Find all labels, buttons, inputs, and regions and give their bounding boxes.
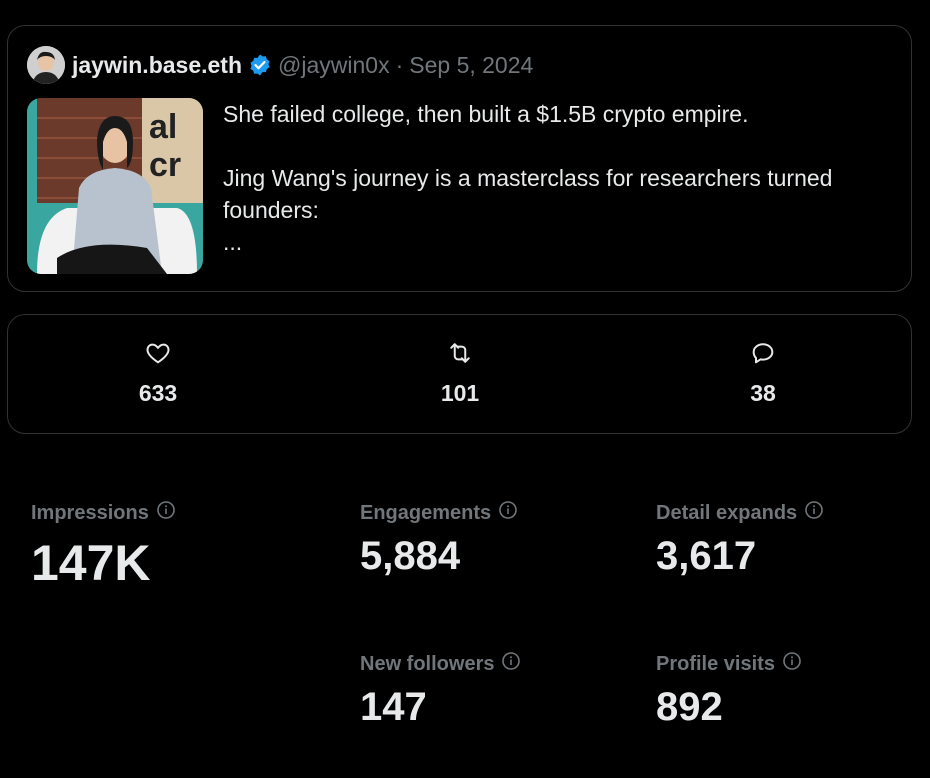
header-separator: · bbox=[395, 51, 404, 78]
post-text-line: Jing Wang's journey is a masterclass for… bbox=[223, 165, 833, 223]
info-icon[interactable] bbox=[498, 500, 518, 526]
metric-new-followers: New followers 147 bbox=[360, 651, 521, 730]
heart-icon bbox=[144, 339, 172, 372]
metric-value: 892 bbox=[656, 685, 723, 729]
reposts-count: 101 bbox=[440, 380, 480, 406]
replies-stat[interactable]: 38 bbox=[703, 339, 823, 407]
post-text-line: She failed college, then built a $1.5B c… bbox=[223, 101, 749, 127]
metric-value: 3,617 bbox=[656, 534, 757, 578]
post-card[interactable]: jaywin.base.eth @jaywin0x · Sep 5, 2024 … bbox=[7, 25, 912, 292]
author-avatar[interactable] bbox=[27, 46, 65, 84]
metric-detail-expands: Detail expands 3,617 bbox=[656, 500, 824, 579]
info-icon[interactable] bbox=[501, 651, 521, 677]
metric-label: Impressions bbox=[31, 501, 149, 524]
post-image[interactable]: al cr bbox=[27, 98, 203, 274]
info-icon[interactable] bbox=[156, 500, 176, 526]
repost-icon bbox=[446, 339, 474, 372]
metric-label: Detail expands bbox=[656, 501, 798, 524]
metric-profile-visits: Profile visits 892 bbox=[656, 651, 802, 730]
metric-value: 5,884 bbox=[360, 534, 461, 578]
post-date[interactable]: Sep 5, 2024 bbox=[409, 52, 533, 79]
info-icon[interactable] bbox=[782, 651, 802, 677]
reposts-stat[interactable]: 101 bbox=[400, 339, 520, 407]
post-text-ellipsis: ... bbox=[223, 229, 243, 255]
metric-label: Profile visits bbox=[656, 652, 775, 675]
likes-count: 633 bbox=[138, 380, 178, 406]
reply-icon bbox=[749, 339, 777, 372]
svg-text:al: al bbox=[149, 108, 177, 146]
author-name[interactable]: jaywin.base.eth bbox=[72, 52, 242, 79]
replies-count: 38 bbox=[750, 380, 776, 406]
info-icon[interactable] bbox=[804, 500, 824, 526]
verified-badge-icon bbox=[248, 53, 272, 77]
post-text: She failed college, then built a $1.5B c… bbox=[223, 98, 888, 258]
author-handle[interactable]: @jaywin0x bbox=[278, 52, 390, 79]
svg-text:cr: cr bbox=[149, 146, 181, 184]
post-header: jaywin.base.eth @jaywin0x · Sep 5, 2024 bbox=[72, 50, 533, 80]
metric-value: 147K bbox=[31, 535, 151, 591]
metric-value: 147 bbox=[360, 685, 427, 729]
metric-engagements: Engagements 5,884 bbox=[360, 500, 518, 579]
engagement-bar: 633 101 38 bbox=[7, 314, 912, 434]
metric-impressions: Impressions 147K bbox=[31, 500, 176, 592]
metric-label: Engagements bbox=[360, 501, 492, 524]
metric-label: New followers bbox=[360, 652, 495, 675]
likes-stat[interactable]: 633 bbox=[98, 339, 218, 407]
